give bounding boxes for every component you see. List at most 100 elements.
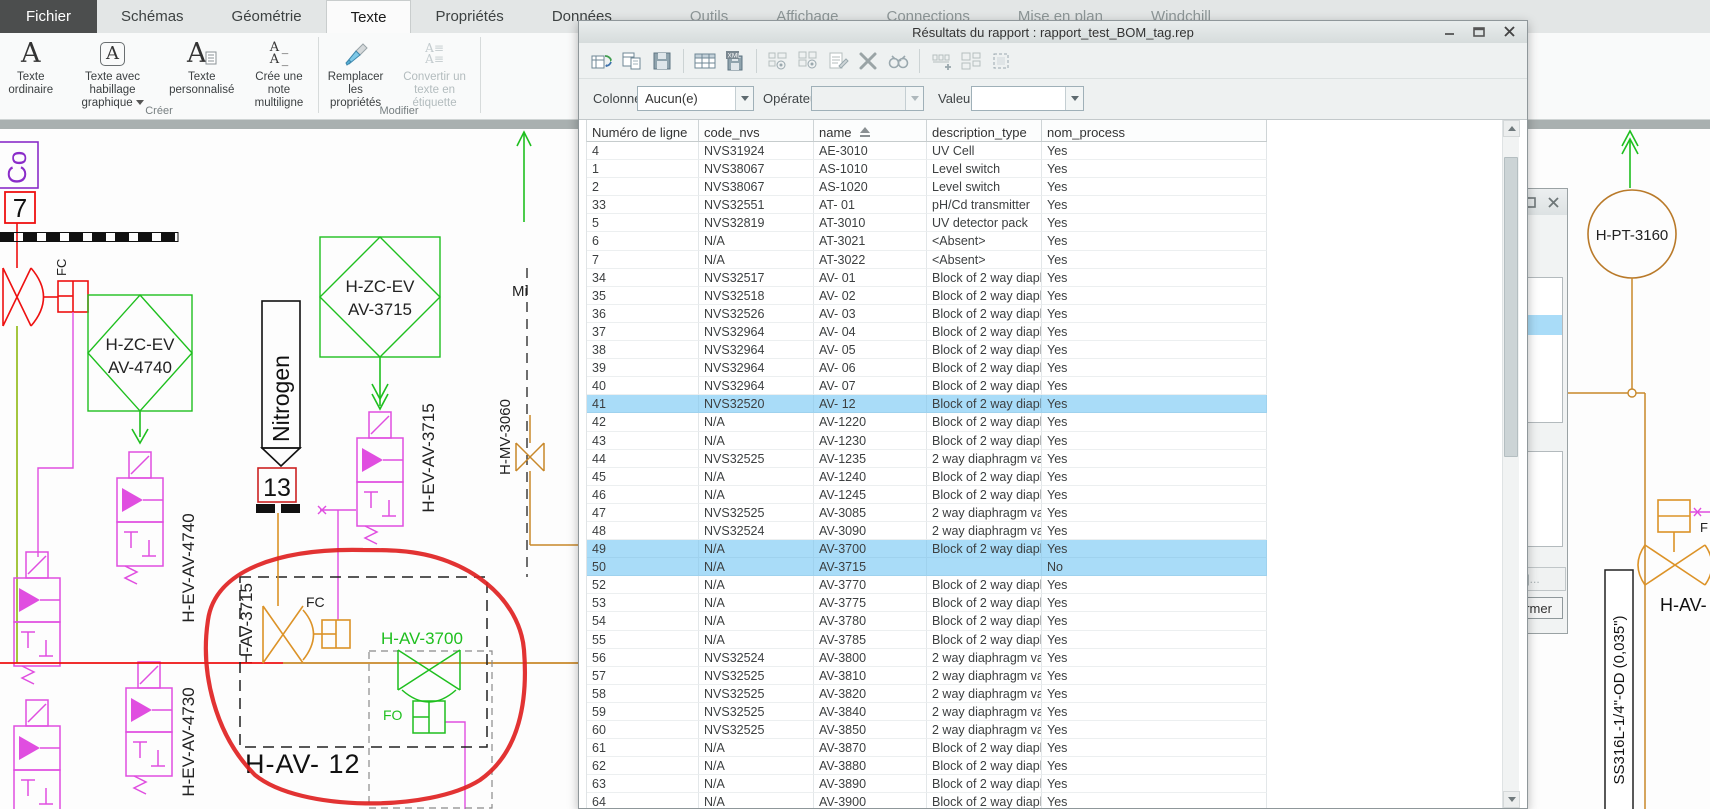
- dialog-title: Résultats du rapport : rapport_test_BOM_…: [912, 24, 1194, 40]
- column-header-name[interactable]: name: [814, 120, 927, 141]
- table-row[interactable]: 35NVS32518AV- 02Block of 2 way diaphra..…: [587, 286, 1267, 305]
- maximize-icon[interactable]: [1471, 24, 1487, 38]
- column-header-code-nvs[interactable]: code_nvs: [699, 120, 814, 141]
- toolbar-separator: [756, 48, 757, 73]
- table-row[interactable]: 44NVS32525AV-12352 way diaphragm valve..…: [587, 449, 1267, 468]
- save-xml-icon[interactable]: XML: [722, 48, 748, 74]
- tag13-label: 13: [263, 474, 291, 502]
- fc-mid-label: FC: [306, 594, 325, 610]
- convertir-etiquette-button: A≡ A≡ Convertir un texte en étiquette: [394, 35, 475, 110]
- table-row[interactable]: 6 N/A AT-3021 <Absent> Yes: [587, 232, 1267, 251]
- scroll-down-icon[interactable]: [1503, 791, 1520, 808]
- group-separator: [318, 37, 319, 113]
- toolbar-separator: [919, 48, 920, 73]
- selection-region-icon[interactable]: [988, 48, 1014, 74]
- close-icon[interactable]: [1501, 24, 1517, 38]
- copy-table-icon[interactable]: [619, 48, 645, 74]
- column-header-nom-process[interactable]: nom_process: [1042, 120, 1267, 141]
- table-row[interactable]: 54N/AAV-3780Block of 2 way diaphra...Yes: [587, 612, 1267, 631]
- table-row[interactable]: 5 NVS32819 AT-3010 UV detector pack Yes: [587, 214, 1267, 233]
- table-row[interactable]: 40NVS32964AV- 07Block of 2 way diaphra..…: [587, 377, 1267, 396]
- table-row[interactable]: 56NVS32524AV-38002 way diaphragm valve..…: [587, 648, 1267, 667]
- delete-row-icon[interactable]: [855, 48, 881, 74]
- scroll-thumb[interactable]: [1504, 157, 1518, 457]
- note-multiligne-button[interactable]: A _ A _ Crée une note multiligne: [243, 35, 315, 110]
- table-row[interactable]: 33 NVS32551 AT- 01 pH/Cd transmitter Yes: [587, 196, 1267, 215]
- column-label: Colonne: [593, 91, 642, 106]
- remplacer-proprietes-button[interactable]: Remplacer les propriétés: [323, 35, 388, 110]
- column-layout-icon[interactable]: [958, 48, 984, 74]
- group-separator-2: [480, 37, 481, 113]
- ev3715-label: H-EV-AV-3715: [419, 403, 438, 512]
- table-row[interactable]: 53N/AAV-3775Block of 2 way diaphra...Yes: [587, 594, 1267, 613]
- table-row[interactable]: 60NVS32525AV-38502 way diaphragm valve..…: [587, 721, 1267, 740]
- table-row[interactable]: 55N/AAV-3785Block of 2 way diaphra...Yes: [587, 630, 1267, 649]
- table-row[interactable]: 47NVS32525AV-30852 way diaphragm valve..…: [587, 503, 1267, 522]
- tab-fichier[interactable]: Fichier: [0, 0, 98, 33]
- column-header-description-type[interactable]: description_type: [927, 120, 1042, 141]
- table-row[interactable]: 52N/AAV-3770Block of 2 way diaphra...Yes: [587, 576, 1267, 595]
- f-right-label: F: [1700, 520, 1708, 535]
- show-hide-element-icon[interactable]: [765, 48, 791, 74]
- table-row[interactable]: 38NVS32964AV- 05Block of 2 way diaphra..…: [587, 341, 1267, 360]
- minimize-icon[interactable]: [1441, 24, 1457, 38]
- table-row[interactable]: 62N/AAV-3880Block of 2 way diaphra...Yes: [587, 757, 1267, 776]
- table-row[interactable]: 64N/AAV-3900Block of 2 way diaphra...Yes: [587, 793, 1267, 808]
- save-report-icon[interactable]: [649, 48, 675, 74]
- tab-texte[interactable]: Texte: [325, 0, 412, 33]
- filter-row: Colonne Aucun(e) Opérateur Valeur: [579, 79, 1527, 119]
- table-row[interactable]: 58NVS32525AV-38202 way diaphragm valve..…: [587, 684, 1267, 703]
- group-label-creer: Créer: [145, 105, 173, 117]
- texte-habillage-button[interactable]: A Texte avec habillage graphique: [64, 35, 160, 110]
- table-row[interactable]: 45N/AAV-1240Block of 2 way diaphra...Yes: [587, 467, 1267, 486]
- tab-propriétés[interactable]: Propriétés: [411, 0, 527, 33]
- table-row[interactable]: 43N/AAV-1230Block of 2 way diaphra...Yes: [587, 431, 1267, 450]
- pt3160-label: H-PT-3160: [1596, 227, 1669, 244]
- value-label: Valeur: [938, 91, 975, 106]
- combo-arrow-icon: [1065, 87, 1083, 110]
- add-connector-icon[interactable]: [928, 48, 954, 74]
- table-row[interactable]: 61N/AAV-3870Block of 2 way diaphra...Yes: [587, 739, 1267, 758]
- report-dialog: Résultats du rapport : rapport_test_BOM_…: [578, 20, 1528, 809]
- table-row[interactable]: 39NVS32964AV- 06Block of 2 way diaphra..…: [587, 359, 1267, 378]
- show-hide-grid-icon[interactable]: [795, 48, 821, 74]
- combo-arrow-icon[interactable]: [735, 87, 753, 110]
- table-row[interactable]: 34NVS32517AV- 01Block of 2 way diaphra..…: [587, 268, 1267, 287]
- dialog-titlebar[interactable]: Résultats du rapport : rapport_test_BOM_…: [579, 21, 1527, 43]
- table-row[interactable]: 63N/AAV-3890Block of 2 way diaphra...Yes: [587, 775, 1267, 794]
- tab-schémas[interactable]: Schémas: [97, 0, 208, 33]
- edit-report-icon[interactable]: [825, 48, 851, 74]
- tab-géométrie[interactable]: Géométrie: [208, 0, 326, 33]
- column-combobox[interactable]: Aucun(e): [637, 86, 754, 111]
- table-row[interactable]: 46N/AAV-1245Block of 2 way diaphra...Yes: [587, 485, 1267, 504]
- table-row[interactable]: 41NVS32520AV- 12Block of 2 way diaphra..…: [587, 395, 1267, 414]
- panel-close-icon[interactable]: [1548, 195, 1559, 213]
- svg-text:XML: XML: [728, 52, 742, 59]
- table-row[interactable]: 42N/AAV-1220Block of 2 way diaphra...Yes: [587, 413, 1267, 432]
- table-row[interactable]: 48NVS32524AV-30902 way diaphragm valve..…: [587, 521, 1267, 541]
- svg-text:H-ZC-EV: H-ZC-EV: [106, 335, 176, 354]
- table-row[interactable]: 59NVS32525AV-38402 way diaphragm valve..…: [587, 702, 1267, 721]
- scroll-up-icon[interactable]: [1503, 120, 1520, 137]
- table-row[interactable]: 37NVS32964AV- 04Block of 2 way diaphra..…: [587, 322, 1267, 342]
- toolbar-separator: [683, 48, 684, 73]
- value-combobox[interactable]: [971, 86, 1084, 111]
- table-row[interactable]: 7 N/A AT-3022 <Absent> Yes: [587, 250, 1267, 269]
- table-row[interactable]: 49N/AAV-3700Block of 2 way diaphra...Yes: [587, 540, 1267, 559]
- co-label: Co: [2, 151, 32, 184]
- texte-ordinaire-button[interactable]: A Texte ordinaire: [3, 35, 58, 97]
- search-replace-icon[interactable]: [885, 48, 911, 74]
- refresh-report-icon[interactable]: [589, 48, 615, 74]
- table-row[interactable]: 57NVS32525AV-38102 way diaphragm valve..…: [587, 666, 1267, 685]
- table-scrollbar[interactable]: [1502, 120, 1520, 808]
- table-row[interactable]: 1 NVS38067 AS-1010 Level switch Yes: [587, 160, 1267, 179]
- table-row[interactable]: 4 NVS31924 AE-3010 UV Cell Yes: [587, 142, 1267, 161]
- table-row[interactable]: 36NVS32526AV- 03Block of 2 way diaphra..…: [587, 304, 1267, 323]
- column-header-num-ro-de-ligne[interactable]: Numéro de ligne: [587, 120, 699, 141]
- hav-right-label: H-AV-: [1660, 595, 1707, 615]
- table-view-icon[interactable]: [692, 48, 718, 74]
- texte-personnalise-button[interactable]: A Texte personnalisé: [167, 35, 237, 97]
- table-header: Numéro de ligne code_nvs name description_t…: [586, 120, 1267, 142]
- table-row[interactable]: 2 NVS38067 AS-1020 Level switch Yes: [587, 178, 1267, 197]
- table-row[interactable]: 50 N/A AV-3715 No: [587, 558, 1267, 577]
